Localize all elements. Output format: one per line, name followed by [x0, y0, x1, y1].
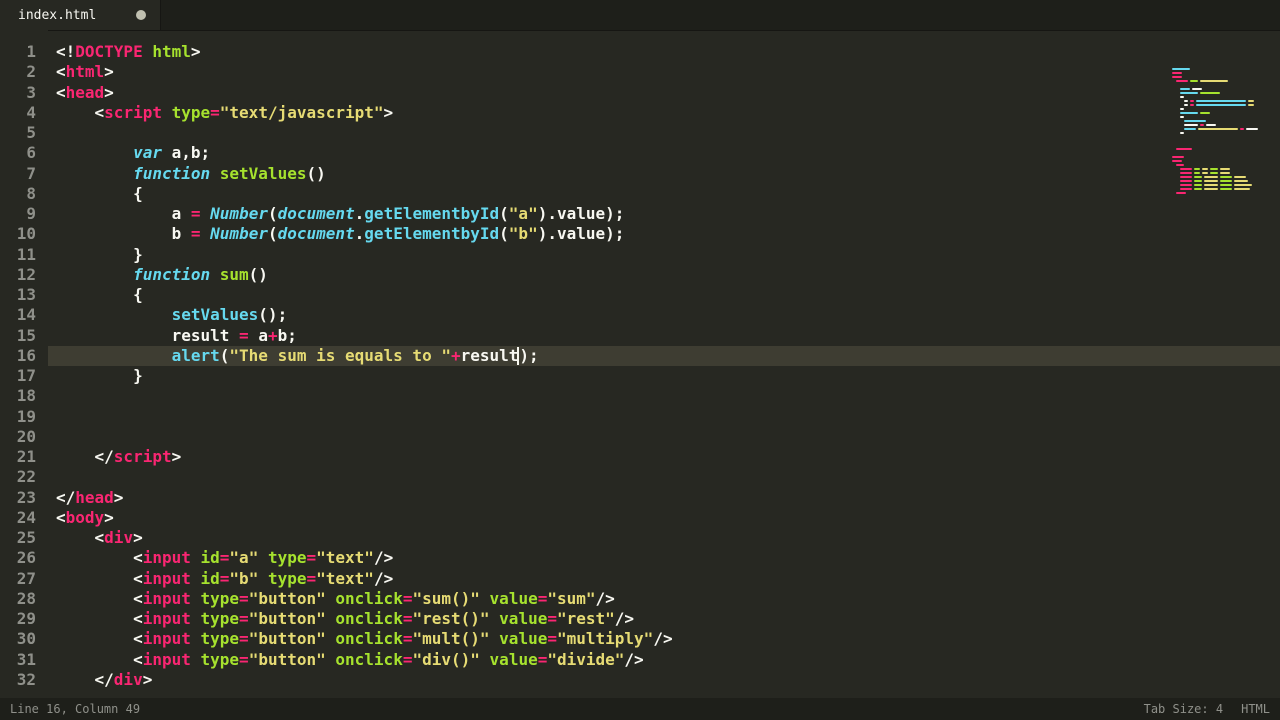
code-line[interactable]: </div>: [56, 670, 1280, 690]
code-line[interactable]: result = a+b;: [56, 326, 1280, 346]
tab-filename: index.html: [18, 8, 96, 23]
code-line[interactable]: <input id="b" type="text"/>: [56, 569, 1280, 589]
code-line[interactable]: <input type="button" onclick="mult()" va…: [56, 629, 1280, 649]
code-line[interactable]: alert("The sum is equals to "+result);: [48, 346, 1280, 366]
code-line[interactable]: {: [56, 184, 1280, 204]
code-line[interactable]: a = Number(document.getElementbyId("a").…: [56, 204, 1280, 224]
code-line[interactable]: </script>: [56, 447, 1280, 467]
code-line[interactable]: }: [56, 245, 1280, 265]
code-line[interactable]: [56, 467, 1280, 487]
code-line[interactable]: <html>: [56, 62, 1280, 82]
code-line[interactable]: <input id="a" type="text"/>: [56, 548, 1280, 568]
code-line[interactable]: [56, 386, 1280, 406]
code-line[interactable]: {: [56, 285, 1280, 305]
code-line[interactable]: <body>: [56, 508, 1280, 528]
code-line[interactable]: function setValues(): [56, 164, 1280, 184]
code-line[interactable]: <input type="button" onclick="rest()" va…: [56, 609, 1280, 629]
status-tab-size[interactable]: Tab Size: 4: [1144, 702, 1223, 716]
code-line[interactable]: }: [56, 366, 1280, 386]
code-line[interactable]: [56, 427, 1280, 447]
editor[interactable]: 1234567891011121314151617181920212223242…: [0, 30, 1280, 698]
dirty-indicator-icon: [136, 10, 146, 20]
code-line[interactable]: var a,b;: [56, 143, 1280, 163]
tab-index-html[interactable]: index.html: [0, 0, 161, 30]
code-line[interactable]: function sum(): [56, 265, 1280, 285]
code-area[interactable]: <!DOCTYPE html><html><head> <script type…: [48, 30, 1280, 698]
code-line[interactable]: <input type="button" onclick="sum()" val…: [56, 589, 1280, 609]
code-line[interactable]: <input type="button" onclick="div()" val…: [56, 650, 1280, 670]
tab-bar: index.html: [0, 0, 1280, 31]
status-bar: Line 16, Column 49 Tab Size: 4 HTML: [0, 698, 1280, 720]
code-line[interactable]: b = Number(document.getElementbyId("b").…: [56, 224, 1280, 244]
code-line[interactable]: [56, 123, 1280, 143]
code-line[interactable]: [56, 407, 1280, 427]
code-line[interactable]: setValues();: [56, 305, 1280, 325]
status-language[interactable]: HTML: [1241, 702, 1270, 716]
code-line[interactable]: </head>: [56, 488, 1280, 508]
code-line[interactable]: <div>: [56, 528, 1280, 548]
line-number-gutter: 1234567891011121314151617181920212223242…: [0, 30, 48, 698]
status-cursor-position[interactable]: Line 16, Column 49: [10, 702, 140, 716]
code-line[interactable]: <head>: [56, 83, 1280, 103]
code-line[interactable]: <!DOCTYPE html>: [56, 42, 1280, 62]
code-line[interactable]: <script type="text/javascript">: [56, 103, 1280, 123]
